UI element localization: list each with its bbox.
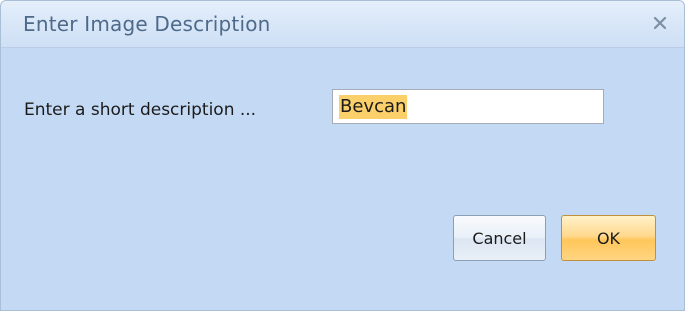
description-selected-text[interactable]: Bevcan [339, 94, 408, 119]
dialog-body [1, 48, 684, 310]
dialog-title: Enter Image Description [23, 12, 271, 36]
image-description-dialog: Enter Image Description Enter a short de… [0, 0, 685, 311]
close-button[interactable] [646, 9, 674, 37]
title-bar[interactable]: Enter Image Description [1, 1, 684, 48]
description-input[interactable]: Bevcan [332, 89, 604, 124]
close-icon [653, 16, 667, 30]
description-prompt-label: Enter a short description ... [24, 100, 257, 120]
ok-button[interactable]: OK [561, 215, 656, 261]
cancel-button[interactable]: Cancel [453, 215, 546, 261]
